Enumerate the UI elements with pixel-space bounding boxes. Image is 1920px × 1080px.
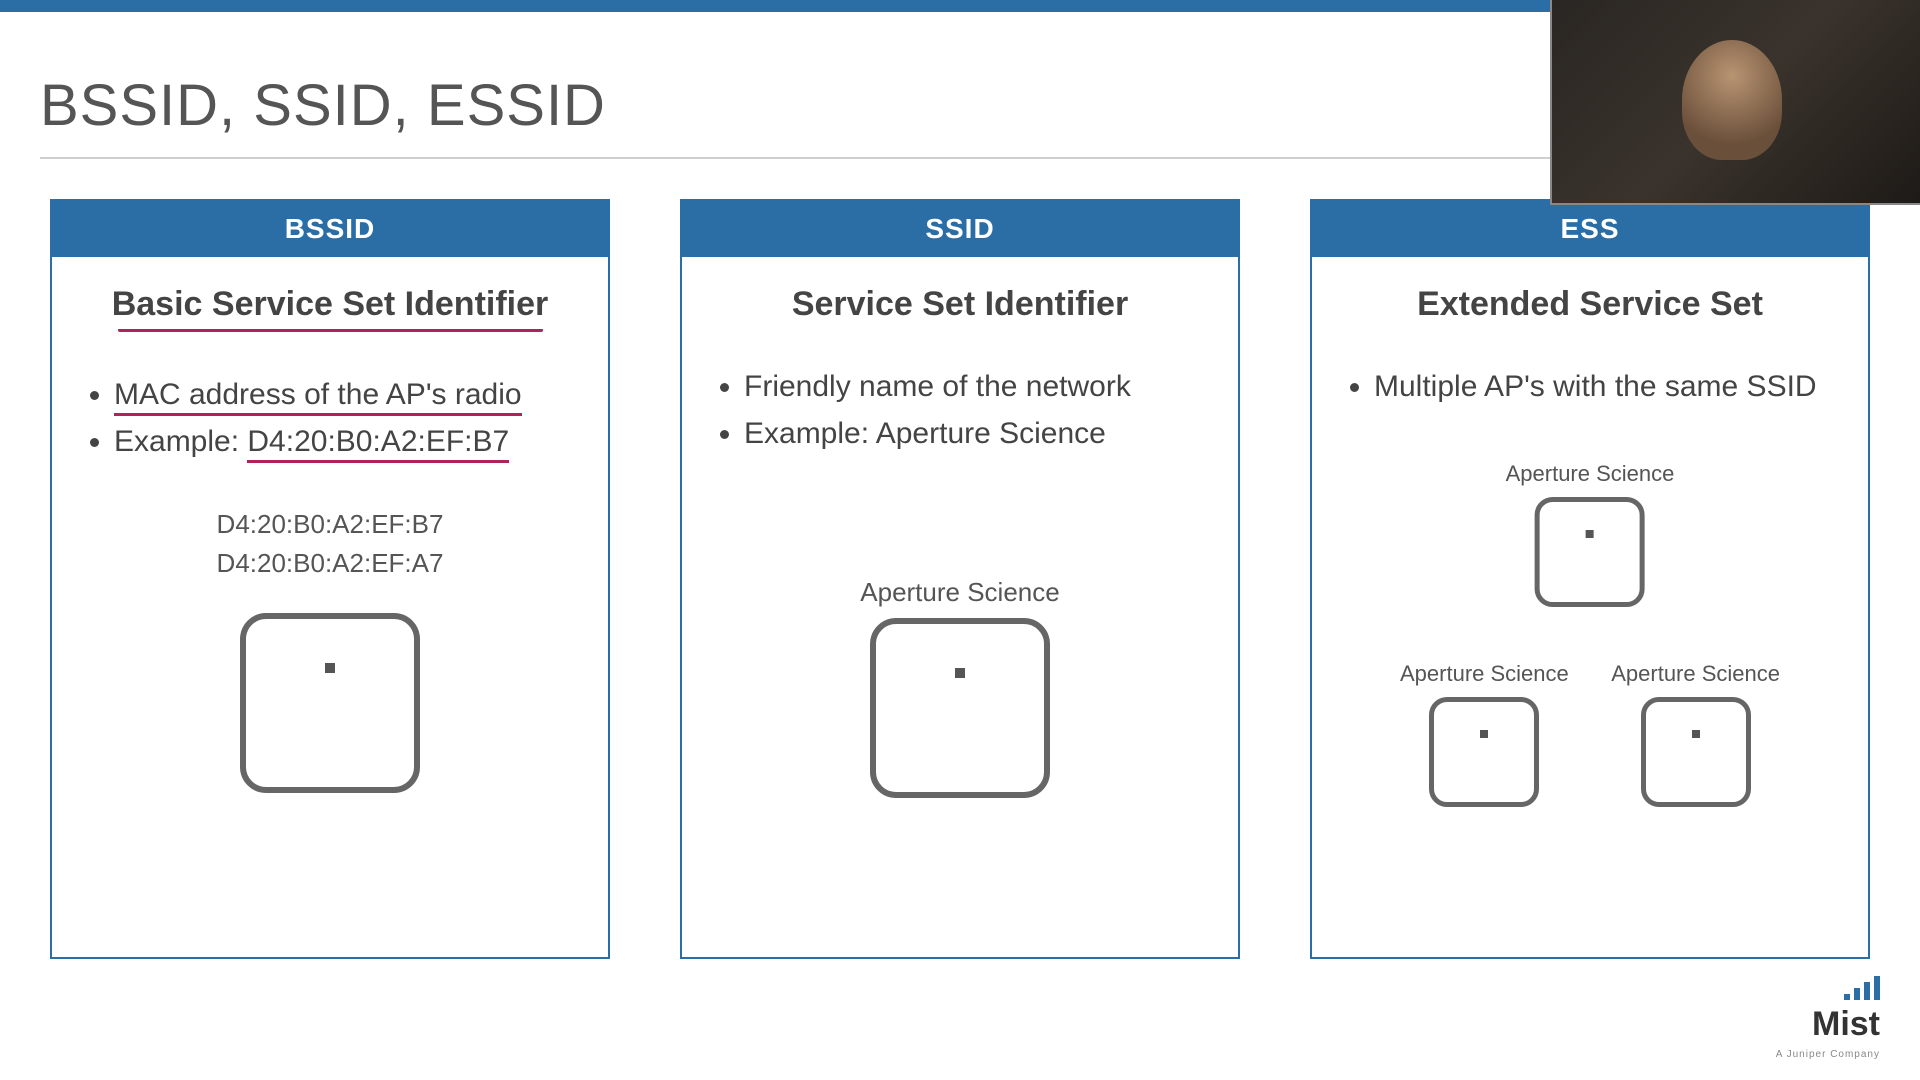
ess-ap-right: Aperture Science: [1611, 661, 1780, 807]
ap-led-icon: [1586, 530, 1594, 538]
card-bssid-bullet-2: Example: D4:20:B0:A2:EF:B7: [114, 419, 580, 466]
logo-text: Mist: [1812, 1005, 1880, 1043]
card-ess-bullet-1: Multiple AP's with the same SSID: [1374, 364, 1840, 411]
columns-container: BSSID Basic Service Set Identifier MAC a…: [0, 199, 1920, 959]
logo-bars-icon: [1844, 976, 1880, 1000]
access-point-icon: [1535, 497, 1645, 607]
ap-led-icon: [1480, 730, 1488, 738]
card-ssid-header: SSID: [682, 201, 1238, 257]
ssid-ap-label: Aperture Science: [860, 577, 1059, 608]
card-ess-body: Extended Service Set Multiple AP's with …: [1312, 257, 1868, 957]
mac-line-2: D4:20:B0:A2:EF:A7: [217, 544, 444, 583]
ess-ap-left: Aperture Science: [1400, 661, 1569, 807]
card-ess: ESS Extended Service Set Multiple AP's w…: [1310, 199, 1870, 959]
access-point-icon: [1641, 697, 1751, 807]
card-ssid-bullet-1: Friendly name of the network: [744, 364, 1210, 411]
ap-led-icon: [325, 663, 335, 673]
card-ssid-subtitle: Service Set Identifier: [710, 285, 1210, 324]
ess-ap-left-label: Aperture Science: [1400, 661, 1569, 687]
logo-subtext: A Juniper Company: [1776, 1049, 1880, 1060]
ap-led-icon: [1692, 730, 1700, 738]
access-point-icon: [240, 613, 420, 793]
card-bssid-diagram: D4:20:B0:A2:EF:B7 D4:20:B0:A2:EF:A7: [80, 505, 580, 937]
card-bssid-bullet-1-text: MAC address of the AP's radio: [114, 378, 522, 416]
card-bssid-bullet-1: MAC address of the AP's radio: [114, 372, 580, 419]
card-bssid-bullets: MAC address of the AP's radio Example: D…: [80, 372, 580, 465]
webcam-overlay: [1550, 0, 1920, 205]
presenter-silhouette: [1682, 40, 1782, 160]
card-bssid-bullet-2-prefix: Example:: [114, 425, 247, 458]
access-point-icon: [870, 618, 1050, 798]
ess-ap-top-label: Aperture Science: [1506, 461, 1675, 487]
card-ssid-bullets: Friendly name of the network Example: Ap…: [710, 364, 1210, 457]
card-bssid-header: BSSID: [52, 201, 608, 257]
card-bssid-bullet-2-value: D4:20:B0:A2:EF:B7: [247, 425, 509, 463]
card-bssid-subtitle-text: Basic Service Set Identifier: [112, 285, 549, 323]
card-ssid-body: Service Set Identifier Friendly name of …: [682, 257, 1238, 957]
card-ssid-bullet-2: Example: Aperture Science: [744, 411, 1210, 458]
ess-ap-top: Aperture Science: [1506, 461, 1675, 607]
card-ssid: SSID Service Set Identifier Friendly nam…: [680, 199, 1240, 959]
brand-logo: Mist A Juniper Company: [1776, 976, 1880, 1062]
card-bssid-body: Basic Service Set Identifier MAC address…: [52, 257, 608, 957]
card-ess-header: ESS: [1312, 201, 1868, 257]
card-ess-subtitle: Extended Service Set: [1340, 285, 1840, 324]
card-ess-bullets: Multiple AP's with the same SSID: [1340, 364, 1840, 411]
access-point-icon: [1429, 697, 1539, 807]
card-bssid: BSSID Basic Service Set Identifier MAC a…: [50, 199, 610, 959]
mac-line-1: D4:20:B0:A2:EF:B7: [217, 505, 444, 544]
card-bssid-mac-list: D4:20:B0:A2:EF:B7 D4:20:B0:A2:EF:A7: [217, 505, 444, 583]
annotation-underline-icon: [118, 328, 543, 332]
ap-led-icon: [955, 668, 965, 678]
ess-ap-right-label: Aperture Science: [1611, 661, 1780, 687]
card-bssid-subtitle: Basic Service Set Identifier: [80, 285, 580, 332]
card-ess-diagram: Aperture Science Aperture Science Apertu…: [1340, 431, 1840, 938]
card-ssid-diagram: Aperture Science: [710, 577, 1210, 937]
